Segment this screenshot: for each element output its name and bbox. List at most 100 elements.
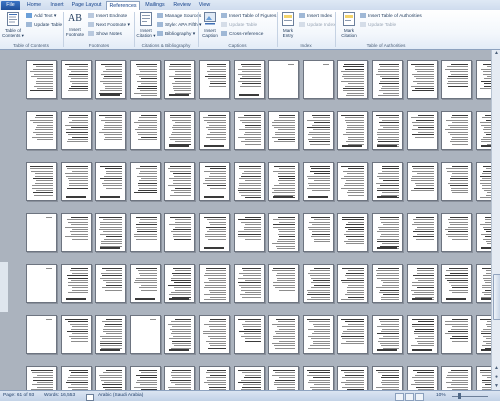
page-thumbnail[interactable] <box>442 163 471 200</box>
page-thumbnail[interactable] <box>408 61 437 98</box>
page-thumbnail[interactable] <box>96 214 125 251</box>
document-canvas[interactable] <box>0 50 491 390</box>
page-thumbnail[interactable] <box>442 265 471 302</box>
page-thumbnail[interactable] <box>442 214 471 251</box>
page-thumbnail[interactable] <box>27 61 56 98</box>
page-thumbnail[interactable] <box>269 61 298 98</box>
update-table-toc-button[interactable]: Update Table <box>26 22 62 29</box>
prev-page-icon[interactable]: ▲ <box>493 365 500 372</box>
page-thumbnail[interactable] <box>304 265 333 302</box>
page-thumbnail[interactable] <box>27 163 56 200</box>
insert-endnote-button[interactable]: Insert Endnote <box>88 13 127 20</box>
tab-view[interactable]: View <box>195 1 214 10</box>
page-thumbnail[interactable] <box>62 265 91 302</box>
page-thumbnail[interactable] <box>165 163 194 200</box>
page-thumbnail[interactable] <box>96 61 125 98</box>
page-thumbnail[interactable] <box>131 316 160 353</box>
browse-object-icon[interactable]: ● <box>493 374 500 381</box>
page-thumbnail[interactable] <box>235 367 264 390</box>
mark-citation-button[interactable]: Mark Citation <box>338 12 360 38</box>
page-thumbnail[interactable] <box>269 214 298 251</box>
page-thumbnail[interactable] <box>62 367 91 390</box>
tab-page-layout[interactable]: Page Layout <box>69 1 104 10</box>
page-thumbnail[interactable] <box>373 316 402 353</box>
update-table-captions-button[interactable]: Update Table <box>221 22 257 29</box>
mark-entry-button[interactable]: Mark Entry <box>278 12 298 38</box>
insert-footnote-button[interactable]: AB Insert Footnote <box>64 12 86 37</box>
page-thumbnail[interactable] <box>442 316 471 353</box>
page-thumbnail[interactable] <box>477 265 491 302</box>
zoom-slider-thumb[interactable] <box>458 393 461 399</box>
update-index-button[interactable]: Update Index <box>299 22 336 29</box>
page-thumbnail[interactable] <box>200 112 229 149</box>
tab-home[interactable]: Home <box>23 1 45 10</box>
page-thumbnail[interactable] <box>131 214 160 251</box>
page-thumbnail[interactable] <box>477 112 491 149</box>
page-thumbnail[interactable] <box>338 214 367 251</box>
page-thumbnail[interactable] <box>27 214 56 251</box>
page-thumbnail[interactable] <box>269 265 298 302</box>
page-thumbnail[interactable] <box>96 163 125 200</box>
page-thumbnail[interactable] <box>477 214 491 251</box>
page-thumbnail[interactable] <box>477 163 491 200</box>
page-thumbnail[interactable] <box>131 265 160 302</box>
page-thumbnail[interactable] <box>165 265 194 302</box>
page-thumbnail[interactable] <box>27 112 56 149</box>
page-thumbnail[interactable] <box>96 112 125 149</box>
page-thumbnail[interactable] <box>131 367 160 390</box>
page-thumbnail[interactable] <box>96 265 125 302</box>
add-text-button[interactable]: Add Text ▾ <box>26 13 56 20</box>
scroll-thumb[interactable] <box>493 274 500 320</box>
page-thumbnail[interactable] <box>269 163 298 200</box>
page-thumbnail[interactable] <box>62 316 91 353</box>
update-table-authorities-button[interactable]: Update Table <box>360 22 396 29</box>
page-thumbnail[interactable] <box>165 61 194 98</box>
style-dropdown[interactable]: Style: APA Fifth ▾ <box>157 22 201 29</box>
page-thumbnail[interactable] <box>442 61 471 98</box>
page-thumbnail[interactable] <box>304 163 333 200</box>
page-thumbnail[interactable] <box>235 214 264 251</box>
page-thumbnail[interactable] <box>96 367 125 390</box>
page-thumbnail[interactable] <box>200 265 229 302</box>
page-thumbnail[interactable] <box>131 112 160 149</box>
scroll-up-arrow-icon[interactable]: ▲ <box>493 50 500 57</box>
page-thumbnail[interactable] <box>477 61 491 98</box>
page-thumbnail[interactable] <box>235 316 264 353</box>
page-thumbnail[interactable] <box>304 367 333 390</box>
page-thumbnail[interactable] <box>27 265 56 302</box>
page-thumbnail[interactable] <box>165 316 194 353</box>
page-thumbnail[interactable] <box>373 112 402 149</box>
cross-reference-button[interactable]: Cross-reference <box>221 31 263 38</box>
insert-table-of-authorities-button[interactable]: Insert Table of Authorities <box>360 13 422 20</box>
insert-caption-button[interactable]: Insert Caption <box>199 12 221 38</box>
tab-mailings[interactable]: Mailings <box>141 1 169 10</box>
page-thumbnail[interactable] <box>408 163 437 200</box>
page-thumbnail[interactable] <box>373 61 402 98</box>
page-thumbnail[interactable] <box>62 112 91 149</box>
insert-index-button[interactable]: Insert Index <box>299 13 332 20</box>
page-thumbnail[interactable] <box>408 112 437 149</box>
page-thumbnail[interactable] <box>200 163 229 200</box>
next-page-icon[interactable]: ▼ <box>493 383 500 390</box>
page-thumbnail[interactable] <box>269 367 298 390</box>
tab-file[interactable]: File <box>1 1 20 10</box>
insert-citation-button[interactable]: Insert Citation ▾ <box>135 12 157 38</box>
table-of-contents-button[interactable]: Table of Contents ▾ <box>2 12 24 38</box>
page-thumbnail[interactable] <box>165 112 194 149</box>
page-thumbnail[interactable] <box>165 367 194 390</box>
page-thumbnail[interactable] <box>200 316 229 353</box>
page-thumbnail[interactable] <box>373 214 402 251</box>
page-thumbnail[interactable] <box>408 316 437 353</box>
page-thumbnail[interactable] <box>62 163 91 200</box>
page-thumbnail[interactable] <box>235 112 264 149</box>
page-thumbnail[interactable] <box>62 61 91 98</box>
page-thumbnail[interactable] <box>373 163 402 200</box>
page-thumbnail[interactable] <box>235 265 264 302</box>
page-thumbnail[interactable] <box>131 163 160 200</box>
next-footnote-button[interactable]: Next Footnote ▾ <box>88 22 130 29</box>
page-thumbnail[interactable] <box>165 214 194 251</box>
page-thumbnail[interactable] <box>338 265 367 302</box>
page-thumbnail[interactable] <box>373 367 402 390</box>
page-thumbnail[interactable] <box>338 367 367 390</box>
page-thumbnail[interactable] <box>442 112 471 149</box>
